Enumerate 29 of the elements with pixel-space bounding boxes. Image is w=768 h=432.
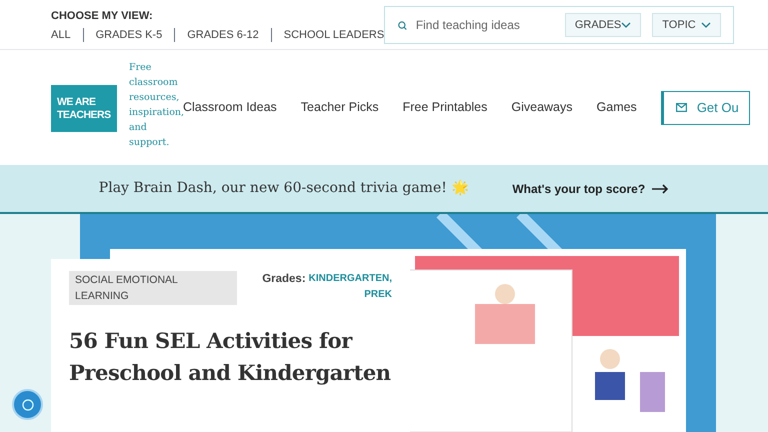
view-option[interactable]: GRADES 6-12 xyxy=(187,27,259,44)
chevron-down-icon xyxy=(621,22,632,28)
view-option[interactable]: ALL xyxy=(51,27,71,44)
promo-text: Play Brain Dash, our new 60-second trivia game! 🌟 xyxy=(98,178,468,198)
accessibility-button[interactable] xyxy=(12,389,43,420)
promo-link[interactable]: What's your top score? xyxy=(512,180,670,198)
arrow-right-icon xyxy=(651,184,670,194)
view-label: CHOOSE MY VIEW: xyxy=(51,9,154,23)
nav-link[interactable]: Games xyxy=(596,98,637,117)
category-tag[interactable]: SOCIAL EMOTIONAL LEARNING xyxy=(69,271,237,305)
search-icon xyxy=(397,18,408,32)
logo-text: TEACHERS xyxy=(57,108,112,122)
nav-link[interactable]: Free Printables xyxy=(402,98,488,117)
grade-link[interactable]: KINDERGARTEN, xyxy=(308,271,392,287)
chevron-down-icon xyxy=(701,22,712,28)
nav-link[interactable]: Classroom Ideas xyxy=(183,98,277,117)
view-option[interactable]: GRADES K-5 xyxy=(96,27,162,44)
mail-icon xyxy=(676,103,687,112)
filter-dropdown[interactable]: GRADES xyxy=(564,13,642,37)
newsletter-button[interactable]: Get Ou xyxy=(660,90,750,124)
filter-dropdown[interactable]: TOPIC xyxy=(652,13,722,37)
grade-link[interactable]: PREK xyxy=(364,287,392,303)
grades-label: Grades: xyxy=(262,272,306,287)
logo-text: WE ARE xyxy=(57,96,97,108)
article-title: 56 Fun SEL Activities for Preschool and Kindergarten xyxy=(69,327,392,387)
view-option[interactable]: SCHOOL LEADERS xyxy=(284,27,384,44)
nav-link[interactable]: Teacher Picks xyxy=(300,98,379,117)
search-field[interactable]: Find teaching ideas xyxy=(416,16,554,34)
nav-link[interactable]: Giveaways xyxy=(511,98,573,117)
